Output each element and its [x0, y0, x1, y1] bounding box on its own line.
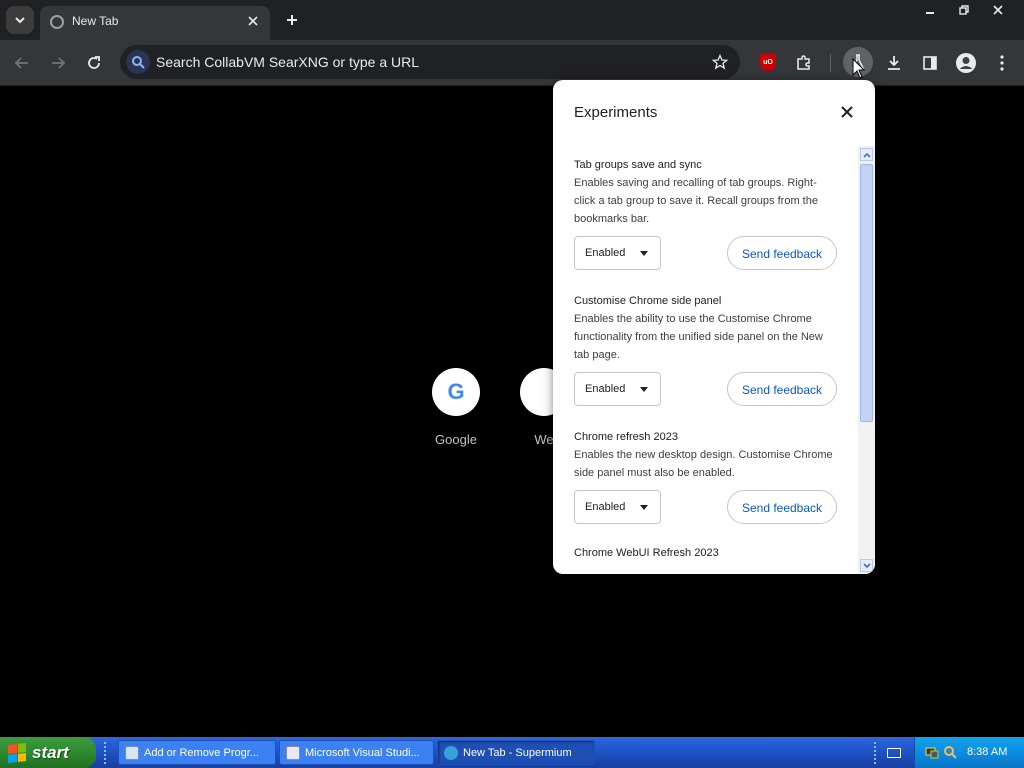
tab-close-button[interactable] — [244, 12, 262, 30]
popup-title: Experiments — [574, 104, 658, 121]
send-feedback-button[interactable]: Send feedback — [727, 236, 837, 270]
google-logo-icon: G — [432, 368, 480, 416]
caret-down-icon — [640, 251, 648, 256]
experiment-description: Enables the new desktop design. Customis… — [574, 449, 833, 479]
extensions-button[interactable] — [790, 49, 818, 77]
chevron-up-icon — [862, 152, 871, 158]
downloads-button[interactable] — [880, 49, 908, 77]
shortcut-google[interactable]: G Google — [406, 368, 506, 447]
windows-logo-icon — [8, 742, 26, 763]
task-visual-studio[interactable]: Microsoft Visual Studi... — [279, 740, 434, 765]
mouse-cursor-icon — [852, 58, 866, 79]
close-icon — [248, 16, 258, 26]
scroll-down-button[interactable] — [860, 559, 873, 572]
caret-down-icon — [640, 505, 648, 510]
omnibox-placeholder: Search CollabVM SearXNG or type a URL — [156, 54, 419, 70]
experiment-description: Enables saving and recalling of tab grou… — [574, 177, 818, 225]
start-label: start — [32, 742, 69, 762]
taskbar: start Add or Remove Progr... Microsoft V… — [0, 737, 1024, 768]
task-add-remove-programs[interactable]: Add or Remove Progr... — [118, 740, 276, 765]
browser-tab[interactable]: New Tab — [40, 6, 270, 40]
search-tray-icon[interactable] — [943, 745, 957, 759]
experiment-state-select[interactable]: Enabled — [574, 372, 661, 406]
minimize-button[interactable] — [914, 0, 946, 20]
profile-button[interactable] — [952, 49, 980, 77]
restore-icon — [959, 5, 969, 15]
puzzle-icon — [797, 55, 810, 70]
start-button[interactable]: start — [0, 737, 96, 768]
more-vertical-icon — [1000, 55, 1004, 71]
experiment-title: Chrome WebUI Refresh 2023 — [574, 547, 719, 559]
experiment-state-select[interactable]: Enabled — [574, 490, 661, 524]
experiments-list: Tab groups save and sync Enables saving … — [574, 158, 838, 560]
chevron-down-icon — [15, 17, 25, 24]
system-tray: 8:38 AM — [914, 737, 1024, 768]
tab-strip: New Tab — [0, 0, 1024, 40]
bookmark-star-icon[interactable] — [710, 52, 730, 72]
popup-scrollbar[interactable] — [858, 146, 875, 574]
taskbar-grip — [104, 742, 108, 764]
caret-down-icon — [640, 387, 648, 392]
chevron-down-icon — [862, 562, 871, 568]
scrollbar-thumb[interactable] — [860, 164, 873, 422]
experiment-title: Chrome refresh 2023 — [574, 431, 678, 443]
reload-icon — [88, 56, 100, 69]
arrow-left-icon — [14, 57, 28, 69]
back-button[interactable] — [8, 49, 36, 77]
side-panel-button[interactable] — [916, 49, 944, 77]
window-controls — [914, 0, 1014, 20]
experiment-item: Chrome WebUI Refresh 2023 — [574, 546, 838, 560]
task-supermium[interactable]: New Tab - Supermium — [437, 740, 595, 765]
taskbar-grip — [874, 742, 878, 764]
toolbar-divider — [830, 54, 831, 72]
send-feedback-button[interactable]: Send feedback — [727, 372, 837, 406]
forward-button[interactable] — [44, 49, 72, 77]
experiment-state-select[interactable]: Enabled — [574, 236, 661, 270]
download-icon — [888, 56, 900, 70]
send-feedback-button[interactable]: Send feedback — [727, 490, 837, 524]
tab-search-button[interactable] — [6, 6, 34, 34]
popup-close-button[interactable] — [839, 104, 855, 120]
globe-icon — [50, 15, 64, 29]
experiment-title: Tab groups save and sync — [574, 159, 702, 171]
keyboard-icon[interactable] — [887, 748, 901, 758]
restore-button[interactable] — [948, 0, 980, 20]
shortcut-label: Google — [435, 432, 477, 447]
experiment-state-value: Enabled — [585, 247, 626, 259]
avatar-icon — [956, 53, 976, 73]
search-icon — [126, 50, 150, 74]
menu-button[interactable] — [988, 49, 1016, 77]
supermium-icon — [444, 745, 458, 760]
experiment-item: Chrome refresh 2023 Enables the new desk… — [574, 430, 838, 524]
control-panel-icon — [125, 745, 139, 760]
omnibox[interactable]: Search CollabVM SearXNG or type a URL — [120, 45, 740, 79]
side-panel-icon — [923, 56, 937, 70]
close-icon — [841, 106, 853, 118]
new-tab-button[interactable] — [280, 8, 304, 32]
experiments-popup: Experiments Tab groups save and sync Ena… — [553, 80, 875, 574]
minimize-icon — [926, 12, 934, 14]
close-icon — [993, 5, 1003, 15]
network-icon[interactable] — [925, 745, 939, 759]
experiment-description: Enables the ability to use the Customise… — [574, 313, 823, 361]
ublock-extension-icon[interactable]: uO — [760, 53, 776, 71]
reload-button[interactable] — [80, 49, 108, 77]
experiment-item: Customise Chrome side panel Enables the … — [574, 294, 838, 406]
close-window-button[interactable] — [982, 0, 1014, 20]
plus-icon — [287, 15, 297, 25]
task-label: Add or Remove Progr... — [144, 746, 259, 759]
experiment-state-value: Enabled — [585, 383, 626, 395]
installer-icon — [286, 745, 300, 760]
clock[interactable]: 8:38 AM — [967, 746, 1007, 758]
browser-toolbar: Search CollabVM SearXNG or type a URL uO — [0, 40, 1024, 86]
scroll-up-button[interactable] — [860, 148, 873, 161]
tab-title: New Tab — [72, 14, 119, 28]
experiment-title: Customise Chrome side panel — [574, 295, 722, 307]
arrow-right-icon — [52, 57, 66, 69]
task-label: New Tab - Supermium — [463, 746, 572, 759]
experiment-state-value: Enabled — [585, 501, 626, 513]
task-label: Microsoft Visual Studi... — [305, 746, 420, 759]
experiment-item: Tab groups save and sync Enables saving … — [574, 158, 838, 270]
